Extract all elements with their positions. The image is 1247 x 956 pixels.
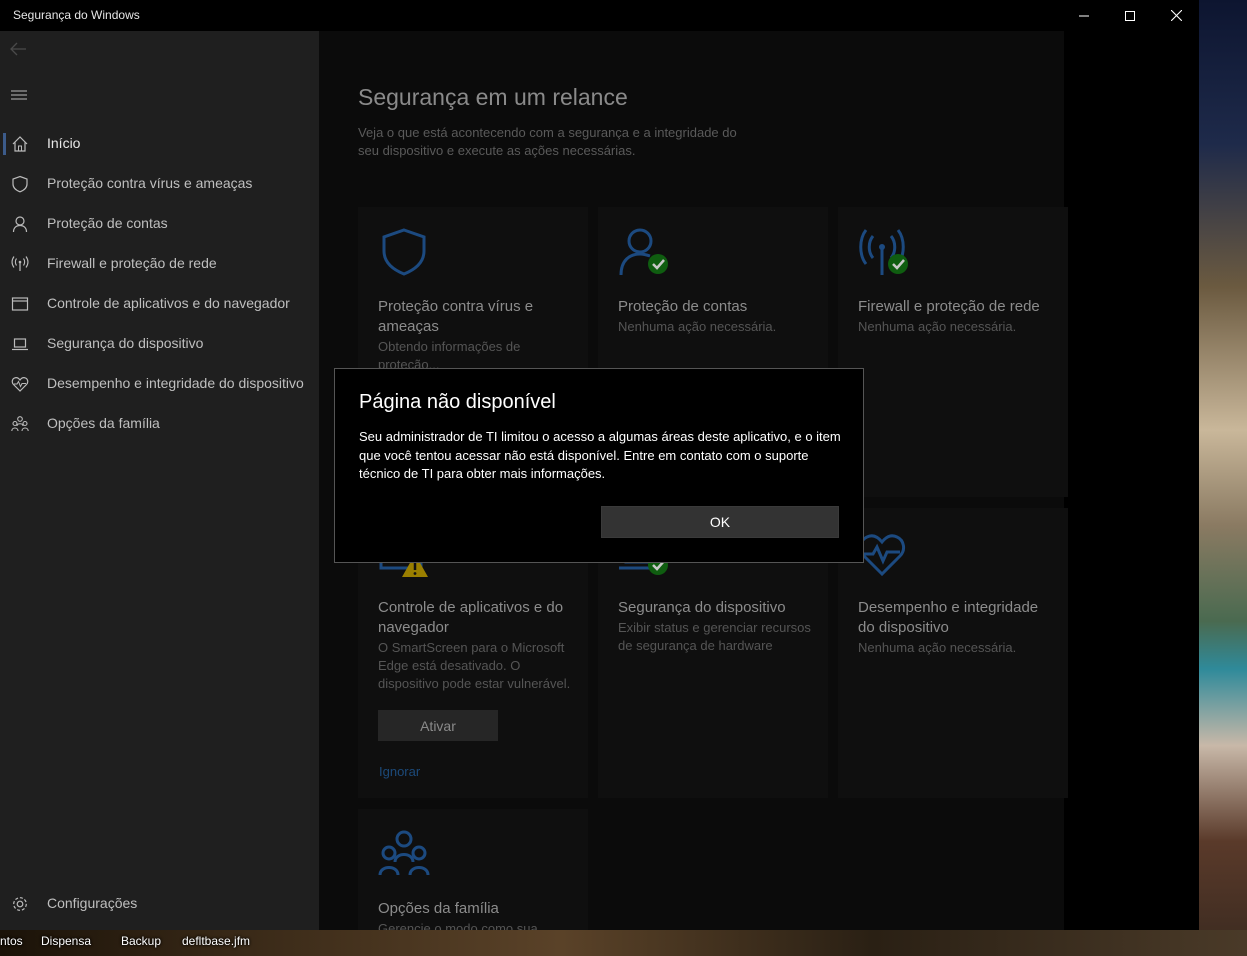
card-title: Desempenho e integridade do dispositivo	[858, 599, 1039, 636]
card-family-options[interactable]: Opções da família Gerencie o modo como s…	[358, 809, 588, 930]
hamburger-menu-button[interactable]	[10, 86, 28, 104]
sidebar-item-label: Desempenho e integridade do dispositivo	[47, 375, 304, 391]
sidebar-item-label: Proteção de contas	[47, 215, 168, 231]
heart-pulse-icon	[11, 375, 29, 393]
hamburger-icon	[11, 90, 27, 100]
desktop-wallpaper-right	[1199, 0, 1247, 956]
card-title: Controle de aplicativos e do navegador	[378, 599, 564, 636]
ignore-link[interactable]: Ignorar	[379, 764, 420, 779]
shield-icon	[382, 228, 426, 276]
window-title: Segurança do Windows	[13, 8, 140, 22]
sidebar-item-label: Proteção contra vírus e ameaças	[47, 175, 253, 191]
sidebar-item-label: Opções da família	[47, 415, 160, 431]
minimize-icon	[1079, 15, 1089, 16]
card-description: Exibir status e gerenciar recursos de se…	[618, 620, 811, 653]
app-window-icon	[11, 295, 29, 313]
card-description: Nenhuma ação necessária.	[618, 319, 777, 334]
title-bar[interactable]: Segurança do Windows	[0, 0, 1199, 31]
person-check-icon	[619, 228, 668, 276]
sidebar-item-device-performance[interactable]: Desempenho e integridade do dispositivo	[0, 364, 319, 404]
sidebar-item-settings[interactable]: Configurações	[0, 884, 319, 924]
family-icon	[378, 830, 430, 876]
card-title: Proteção de contas	[618, 298, 748, 315]
windows-security-window: Segurança do Windows Início Proteção con…	[0, 0, 1199, 930]
card-description: Nenhuma ação necessária.	[858, 640, 1017, 655]
enable-smartscreen-button[interactable]: Ativar	[378, 710, 498, 741]
card-title: Firewall e proteção de rede	[858, 298, 1040, 315]
dialog-title: Página não disponível	[359, 391, 556, 413]
sidebar-item-label: Segurança do dispositivo	[47, 335, 204, 351]
sidebar-item-app-browser-control[interactable]: Controle de aplicativos e do navegador	[0, 284, 319, 324]
back-button[interactable]	[8, 39, 30, 61]
desktop-icon-labels: ntos Dispensa Backup defltbase.jfm	[0, 930, 250, 952]
desktop-icon-label[interactable]: Dispensa	[41, 934, 121, 948]
sidebar-item-family-options[interactable]: Opções da família	[0, 404, 319, 444]
sidebar-item-account-protection[interactable]: Proteção de contas	[0, 204, 319, 244]
sidebar-item-label: Início	[47, 135, 81, 151]
antenna-icon	[11, 255, 29, 273]
gear-icon	[11, 895, 29, 913]
card-description: Gerencie o modo como sua	[378, 921, 538, 930]
ok-button[interactable]: OK	[601, 506, 839, 538]
home-icon	[11, 135, 29, 153]
desktop-icon-label[interactable]: ntos	[0, 934, 41, 948]
laptop-icon	[11, 335, 29, 353]
sidebar-item-label: Firewall e proteção de rede	[47, 255, 217, 271]
family-icon	[11, 415, 29, 433]
sidebar: Início Proteção contra vírus e ameaças P…	[0, 31, 319, 930]
page-title: Segurança em um relance	[358, 84, 628, 110]
sidebar-item-firewall[interactable]: Firewall e proteção de rede	[0, 244, 319, 284]
page-subtitle: Veja o que está acontecendo com a segura…	[358, 125, 737, 158]
card-firewall[interactable]: Firewall e proteção de rede Nenhuma ação…	[838, 207, 1068, 497]
shield-icon	[11, 175, 29, 193]
maximize-button[interactable]	[1107, 0, 1153, 31]
person-icon	[11, 215, 29, 233]
close-button[interactable]	[1153, 0, 1199, 31]
sidebar-item-virus-protection[interactable]: Proteção contra vírus e ameaças	[0, 164, 319, 204]
dialog-message: Seu administrador de TI limitou o acesso…	[359, 429, 841, 481]
card-title: Opções da família	[378, 900, 499, 917]
desktop-icon-label[interactable]: Backup	[121, 934, 182, 948]
card-title: Segurança do dispositivo	[618, 599, 786, 616]
card-title: Proteção contra vírus e ameaças	[378, 298, 534, 335]
sidebar-item-label: Configurações	[47, 895, 138, 911]
minimize-button[interactable]	[1061, 0, 1107, 31]
antenna-check-icon	[859, 229, 908, 275]
card-description: O SmartScreen para o Microsoft Edge está…	[378, 640, 571, 691]
card-description: Nenhuma ação necessária.	[858, 319, 1017, 334]
desktop-icon-label[interactable]: defltbase.jfm	[182, 934, 250, 948]
sidebar-item-inicio[interactable]: Início	[0, 124, 319, 164]
card-device-performance[interactable]: Desempenho e integridade do dispositivo …	[838, 508, 1068, 798]
back-arrow-icon	[10, 42, 26, 56]
sidebar-item-label: Controle de aplicativos e do navegador	[47, 295, 290, 311]
heart-pulse-icon	[858, 534, 906, 577]
sidebar-item-device-security[interactable]: Segurança do dispositivo	[0, 324, 319, 364]
close-icon	[1170, 10, 1182, 21]
maximize-icon	[1125, 10, 1135, 21]
page-unavailable-dialog: Página não disponível Seu administrador …	[334, 368, 864, 563]
